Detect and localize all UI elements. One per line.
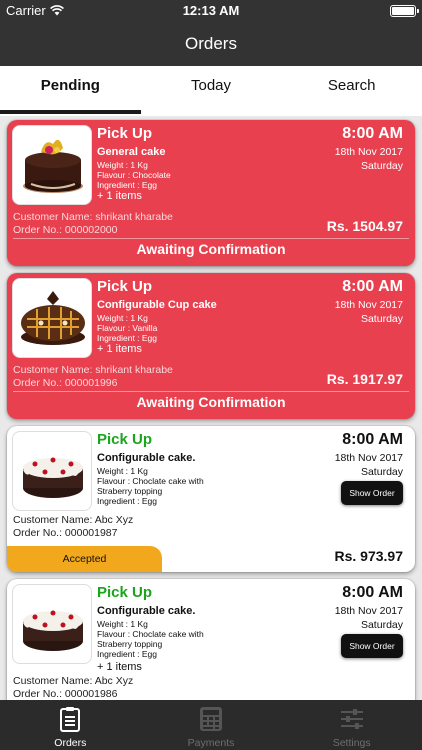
extra-items: + 1 items bbox=[97, 190, 142, 202]
status-bar: Carrier 12:13 AM bbox=[0, 0, 422, 22]
product-flavour: Flavour : Vanilla bbox=[97, 323, 158, 333]
status-label: Awaiting Confirmation bbox=[136, 394, 286, 410]
order-type: Pick Up bbox=[97, 125, 153, 142]
tabbar-payments-label: Payments bbox=[187, 737, 235, 749]
product-weight: Weight : 1 Kg bbox=[97, 160, 148, 170]
pickup-date: 18th Nov 2017 bbox=[334, 299, 403, 311]
nav-bar: Orders bbox=[0, 22, 422, 66]
tabbar-orders[interactable]: Orders bbox=[0, 700, 141, 750]
status-label: Awaiting Confirmation bbox=[136, 241, 286, 257]
product-flavour: Flavour : Chocolate bbox=[97, 170, 171, 180]
orders-clipboard-icon bbox=[60, 707, 81, 732]
order-type: Pick Up bbox=[97, 584, 153, 601]
product-ingredient: Ingredient : Egg bbox=[97, 649, 158, 659]
order-number: Order No.: 000001987 bbox=[13, 527, 118, 539]
pickup-day: Saturday bbox=[360, 313, 403, 325]
product-ingredient: Ingredient : Egg bbox=[97, 180, 158, 190]
order-amount: Rs. 1917.97 bbox=[326, 371, 403, 387]
product-weight: Weight : 1 Kg bbox=[97, 619, 148, 629]
order-number: Order No.: 000001996 bbox=[13, 377, 118, 389]
card-divider bbox=[13, 391, 409, 392]
tabbar-settings[interactable]: Settings bbox=[281, 700, 422, 750]
customer-name: Customer Name: Abc Xyz bbox=[13, 675, 134, 687]
product-flavour: Flavour : Choclate cake with bbox=[97, 476, 204, 486]
product-weight: Weight : 1 Kg bbox=[97, 466, 148, 476]
order-card[interactable]: Pick Up Configurable cake. Weight : 1 Kg… bbox=[7, 579, 415, 700]
product-flavour-cont: Straberry topping bbox=[97, 486, 163, 496]
cake-image bbox=[12, 431, 92, 511]
page-title: Orders bbox=[185, 34, 237, 53]
product-name: Configurable cake. bbox=[97, 452, 196, 464]
pickup-day: Saturday bbox=[360, 619, 403, 631]
tabbar-payments[interactable]: Payments bbox=[141, 700, 282, 750]
pickup-time: 8:00 AM bbox=[342, 278, 403, 295]
orders-list[interactable]: Pick Up General cake Weight : 1 Kg Flavo… bbox=[0, 116, 422, 700]
product-ingredient: Ingredient : Egg bbox=[97, 333, 158, 343]
tab-pending[interactable]: Pending bbox=[0, 66, 141, 116]
pickup-date: 18th Nov 2017 bbox=[334, 146, 403, 158]
tab-search[interactable]: Search bbox=[281, 66, 422, 116]
pickup-time: 8:00 AM bbox=[342, 125, 403, 142]
cake-image bbox=[12, 278, 92, 358]
accepted-badge: Accepted bbox=[7, 546, 162, 572]
tab-today[interactable]: Today bbox=[141, 66, 282, 116]
product-name: Configurable Cup cake bbox=[97, 299, 217, 311]
battery-icon bbox=[390, 5, 419, 17]
pickup-time: 8:00 AM bbox=[342, 431, 403, 448]
tabbar-orders-label: Orders bbox=[54, 737, 87, 749]
pickup-day: Saturday bbox=[360, 466, 403, 478]
order-amount: Rs. 973.97 bbox=[334, 548, 404, 564]
pickup-time: 8:00 AM bbox=[342, 584, 403, 601]
payments-calculator-icon bbox=[200, 707, 222, 731]
customer-name: Customer Name: Abc Xyz bbox=[13, 514, 134, 526]
product-flavour: Flavour : Choclate cake with bbox=[97, 629, 204, 639]
tabbar-settings-label: Settings bbox=[332, 737, 371, 749]
pickup-date: 18th Nov 2017 bbox=[334, 452, 403, 464]
order-number: Order No.: 000001986 bbox=[13, 688, 118, 700]
order-card[interactable]: Pick Up Configurable cake. Weight : 1 Kg… bbox=[7, 426, 415, 572]
pickup-day: Saturday bbox=[360, 160, 403, 172]
product-flavour-cont: Straberry topping bbox=[97, 639, 163, 649]
order-card[interactable]: Pick Up General cake Weight : 1 Kg Flavo… bbox=[7, 120, 415, 266]
cake-image bbox=[12, 584, 92, 664]
show-order-button[interactable]: Show Order bbox=[341, 634, 403, 658]
product-name: General cake bbox=[97, 146, 166, 158]
order-card[interactable]: Pick Up Configurable Cup cake Weight : 1… bbox=[7, 273, 415, 419]
order-tabs: Pending Today Search bbox=[0, 66, 422, 116]
order-amount: Rs. 1504.97 bbox=[326, 218, 403, 234]
settings-sliders-icon bbox=[340, 709, 363, 729]
bottom-tab-bar: Orders Payments Settings bbox=[0, 700, 422, 750]
card-divider bbox=[13, 238, 409, 239]
extra-items: + 1 items bbox=[97, 343, 142, 355]
customer-name: Customer Name: shrikant kharabe bbox=[13, 211, 173, 223]
customer-name: Customer Name: shrikant kharabe bbox=[13, 364, 173, 376]
product-weight: Weight : 1 Kg bbox=[97, 313, 148, 323]
status-time: 12:13 AM bbox=[182, 3, 240, 18]
order-type: Pick Up bbox=[97, 278, 153, 295]
order-type: Pick Up bbox=[97, 431, 153, 448]
product-ingredient: Ingredient : Egg bbox=[97, 496, 158, 506]
product-name: Configurable cake. bbox=[97, 605, 196, 617]
extra-items: + 1 items bbox=[97, 661, 142, 673]
cake-image bbox=[12, 125, 92, 205]
pickup-date: 18th Nov 2017 bbox=[334, 605, 403, 617]
order-number: Order No.: 000002000 bbox=[13, 224, 118, 236]
show-order-button[interactable]: Show Order bbox=[341, 481, 403, 505]
